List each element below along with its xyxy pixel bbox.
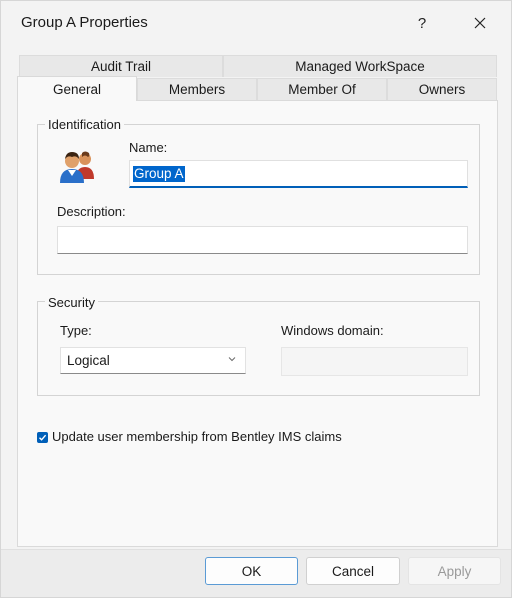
tab-audit-trail[interactable]: Audit Trail	[19, 55, 223, 77]
update-membership-checkbox[interactable]	[37, 432, 48, 443]
close-button[interactable]	[457, 7, 503, 39]
type-select-value: Logical	[67, 353, 110, 368]
tab-owners[interactable]: Owners	[387, 78, 497, 100]
group-users-icon	[60, 151, 94, 183]
close-icon	[474, 17, 486, 29]
description-label: Description:	[57, 204, 126, 219]
tab-general[interactable]: General	[17, 76, 137, 101]
cancel-button[interactable]: Cancel	[306, 557, 400, 585]
ok-button[interactable]: OK	[205, 557, 298, 585]
tab-members[interactable]: Members	[137, 78, 257, 100]
description-input[interactable]	[57, 226, 468, 254]
help-button[interactable]: ?	[399, 7, 445, 39]
checkmark-icon	[39, 434, 47, 441]
tab-managed-workspace[interactable]: Managed WorkSpace	[223, 55, 497, 77]
type-select[interactable]: Logical	[60, 347, 246, 374]
name-input-value: Group A	[133, 166, 185, 182]
tab-member-of[interactable]: Member Of	[257, 78, 387, 100]
windows-domain-input[interactable]	[281, 347, 468, 376]
update-membership-label[interactable]: Update user membership from Bentley IMS …	[52, 429, 342, 444]
chevron-down-icon	[228, 357, 236, 362]
name-label: Name:	[129, 140, 168, 155]
name-input[interactable]: Group A	[129, 160, 468, 188]
properties-dialog: Group A Properties ? Audit Trail Managed…	[0, 0, 512, 598]
identification-label: Identification	[45, 117, 124, 132]
security-label: Security	[45, 295, 98, 310]
type-label: Type:	[60, 323, 92, 338]
window-title: Group A Properties	[21, 14, 148, 31]
apply-button[interactable]: Apply	[408, 557, 501, 585]
windows-domain-label: Windows domain:	[281, 323, 384, 338]
title-bar: Group A Properties ?	[1, 1, 511, 45]
